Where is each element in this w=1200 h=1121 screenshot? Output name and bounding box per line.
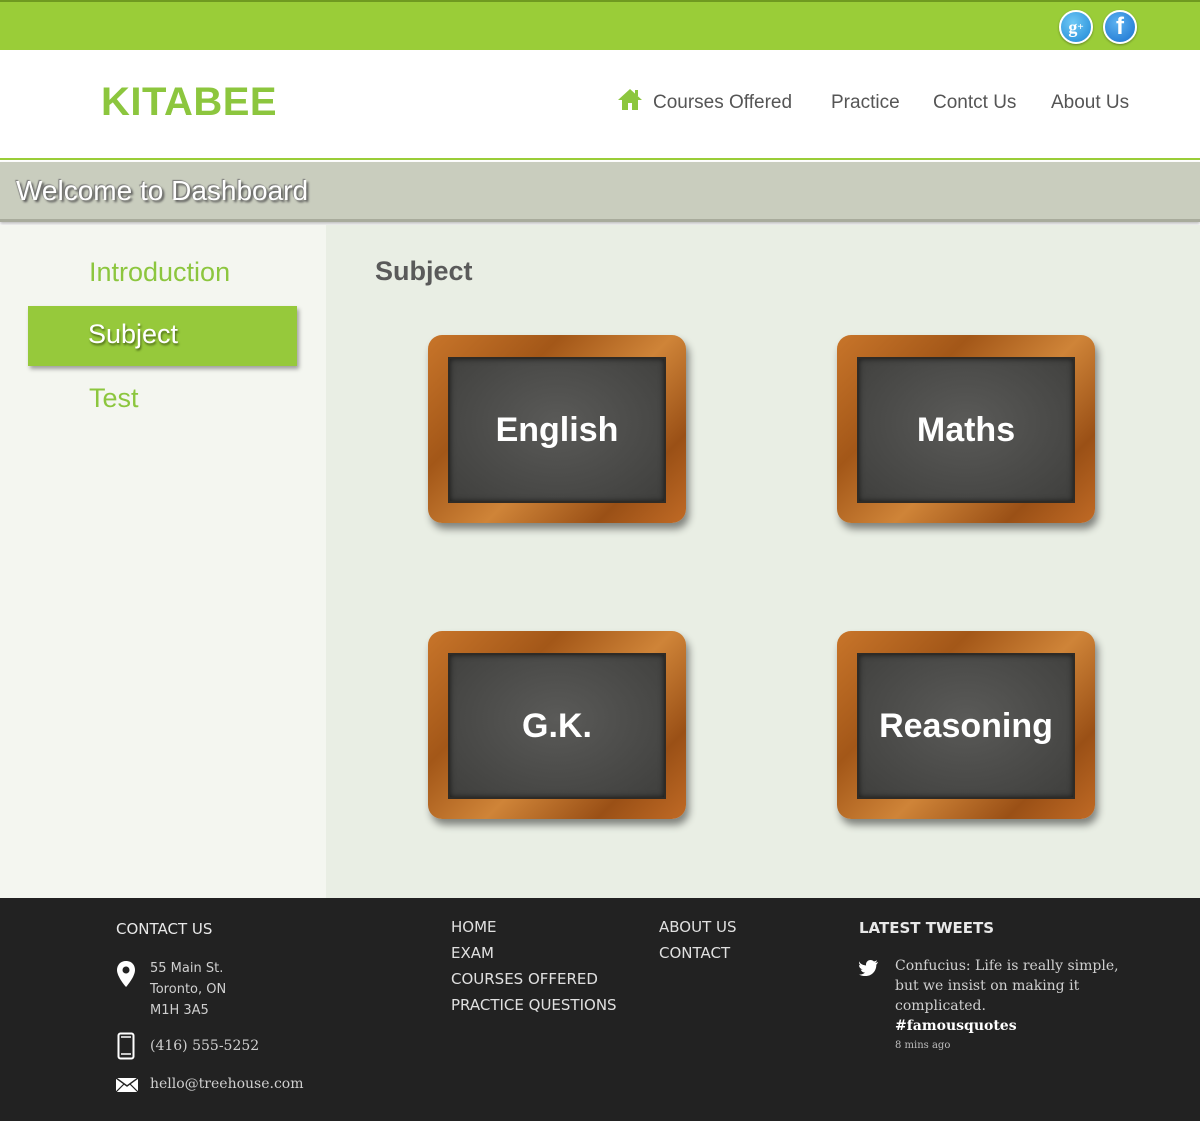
subject-label: G.K. [522, 706, 592, 745]
footer-contact-heading: CONTACT US [116, 920, 213, 938]
tweet-line-2: but we insist on making it [895, 978, 1080, 994]
main-content: Subject English Maths G.K. Reasoning [326, 225, 1200, 898]
chalkboard: Reasoning [857, 653, 1075, 799]
google-plus-icon[interactable]: g + [1059, 10, 1093, 44]
sidebar-item-test[interactable]: Test [89, 383, 139, 414]
subject-card-maths[interactable]: Maths [837, 335, 1095, 523]
sidebar-item-label: Subject [88, 319, 179, 349]
facebook-glyph: f [1116, 13, 1124, 40]
google-plus-sup: + [1077, 21, 1084, 33]
phone-icon [117, 1032, 135, 1060]
footer-link-home[interactable]: HOME [451, 918, 497, 936]
header: KITABEE Courses Offered Practice Contct … [0, 50, 1200, 160]
footer: CONTACT US 55 Main St. Toronto, ON M1H 3… [0, 898, 1200, 1121]
phone-number[interactable]: (416) 555-5252 [150, 1036, 259, 1057]
footer-link-courses-offered[interactable]: COURSES OFFERED [451, 970, 598, 988]
twitter-bird-icon [859, 960, 878, 976]
subject-label: Maths [916, 410, 1016, 449]
sidebar-item-introduction[interactable]: Introduction [89, 257, 230, 288]
subject-label: English [495, 410, 619, 449]
chalkboard: Maths [857, 357, 1075, 503]
subject-card-english[interactable]: English [428, 335, 686, 523]
subject-card-reasoning[interactable]: Reasoning [837, 631, 1095, 819]
footer-link-practice-questions[interactable]: PRACTICE QUESTIONS [451, 996, 617, 1014]
chalkboard: G.K. [448, 653, 666, 799]
nav-about-us[interactable]: About Us [1051, 92, 1129, 114]
logo[interactable]: KITABEE [101, 80, 277, 125]
page-title: Subject [375, 256, 473, 286]
subject-card-gk[interactable]: G.K. [428, 631, 686, 819]
facebook-icon[interactable]: f [1103, 10, 1137, 44]
tweet-hashtag[interactable]: #famousquotes [895, 1016, 1017, 1036]
tweet-line-3: complicated. [895, 998, 986, 1014]
address-line-3: M1H 3A5 [150, 1003, 209, 1018]
footer-link-contact[interactable]: CONTACT [659, 944, 730, 962]
welcome-title: Welcome to Dashboard [16, 175, 309, 206]
map-pin-icon [117, 961, 135, 987]
nav-contact-us[interactable]: Contct Us [933, 92, 1016, 114]
address-line-1: 55 Main St. [150, 961, 224, 976]
footer-link-exam[interactable]: EXAM [451, 944, 494, 962]
subject-label: Reasoning [879, 706, 1053, 745]
footer-link-about-us[interactable]: ABOUT US [659, 918, 737, 936]
envelope-icon [116, 1078, 138, 1092]
home-icon[interactable] [617, 87, 643, 111]
top-bar: g + f [0, 0, 1200, 50]
tweet-time: 8 mins ago [895, 1040, 951, 1051]
email-link[interactable]: hello@treehouse.com [150, 1074, 304, 1095]
address-line-2: Toronto, ON [150, 982, 227, 997]
chalkboard: English [448, 357, 666, 503]
sidebar-item-subject[interactable]: Subject [28, 306, 297, 366]
latest-tweets-heading: LATEST TWEETS [859, 919, 995, 937]
nav-practice[interactable]: Practice [831, 92, 900, 114]
welcome-banner: Welcome to Dashboard [0, 162, 1200, 222]
sidebar: Introduction Subject Test [0, 225, 326, 898]
nav-courses-offered[interactable]: Courses Offered [653, 92, 792, 114]
tweet-line-1: Confucius: Life is really simple, [895, 958, 1119, 974]
google-plus-glyph: g [1068, 16, 1078, 37]
